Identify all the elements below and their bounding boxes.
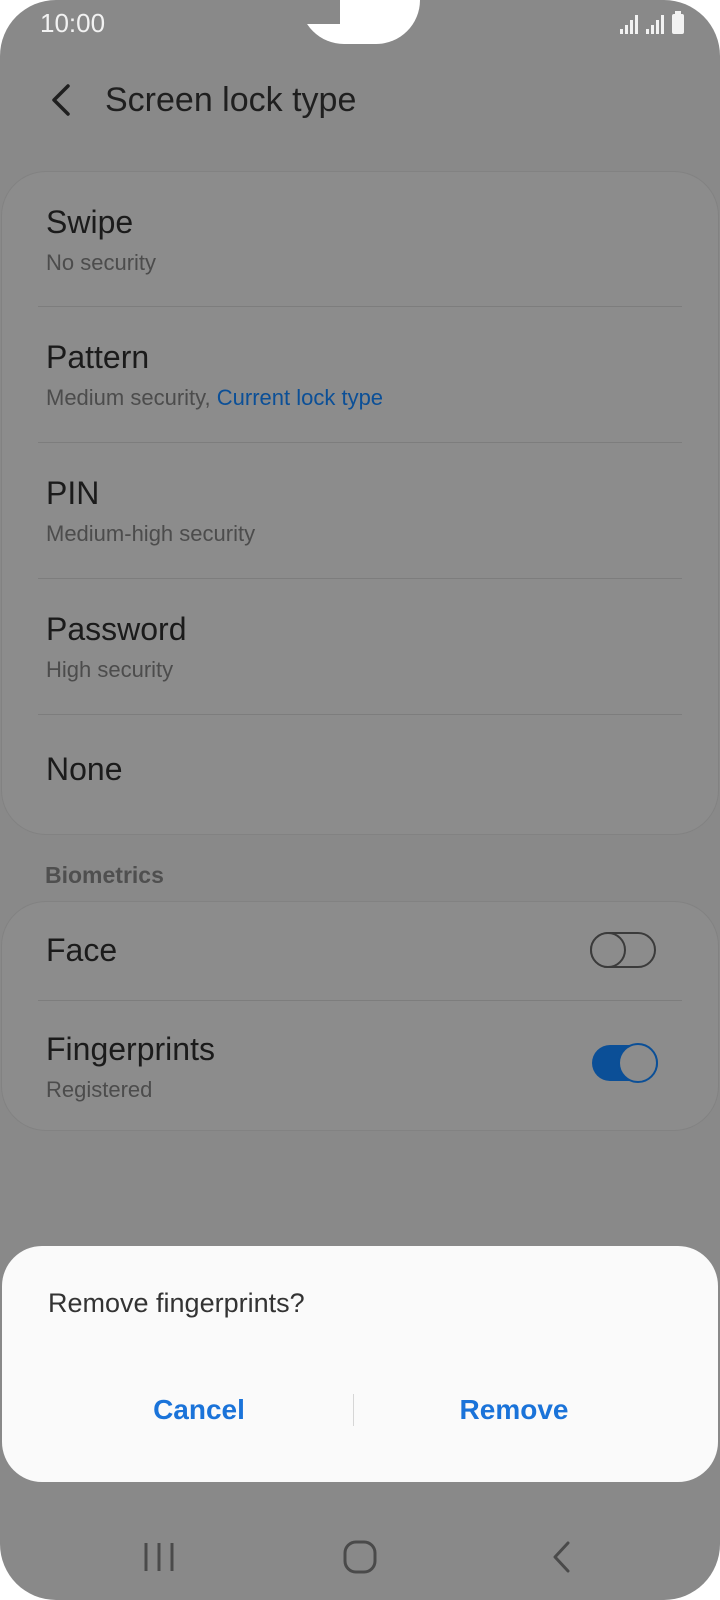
battery-icon	[672, 11, 684, 34]
toggle-knob	[618, 1043, 658, 1083]
biometrics-list: Face Fingerprints Registered	[2, 902, 718, 1130]
lock-type-title: Password	[46, 611, 187, 647]
status-icons	[620, 10, 684, 34]
lock-type-list: Swipe No security Pattern Medium securit…	[2, 172, 718, 834]
dialog-title: Remove fingerprints?	[48, 1288, 305, 1318]
biometric-fingerprints[interactable]: Fingerprints Registered	[2, 1001, 718, 1130]
lock-type-pattern[interactable]: Pattern Medium security, Current lock ty…	[2, 307, 718, 441]
biometric-face[interactable]: Face	[2, 902, 718, 1000]
biometrics-section-label: Biometrics	[45, 862, 164, 888]
lock-type-none[interactable]: None	[2, 715, 718, 834]
recent-apps-icon	[144, 1543, 174, 1571]
lock-type-subtitle: Medium-high security	[46, 521, 256, 546]
toggle-knob	[590, 932, 626, 968]
page-title: Screen lock type	[105, 81, 357, 119]
chevron-left-icon	[52, 84, 70, 116]
signal-icon	[620, 14, 638, 34]
lock-type-password[interactable]: Password High security	[2, 579, 718, 713]
lock-type-swipe[interactable]: Swipe No security	[2, 172, 718, 306]
lock-type-title: Swipe	[46, 204, 134, 240]
status-time: 10:00	[40, 8, 106, 38]
home-button[interactable]	[320, 1522, 400, 1592]
dialog-button-divider	[353, 1394, 354, 1426]
lock-type-title: Pattern	[46, 339, 150, 375]
navigation-bar	[0, 1522, 720, 1600]
phone-screen: 10:00 Screen lock type Swipe No security…	[0, 0, 720, 1600]
status-bar: 10:00	[0, 0, 720, 44]
lock-type-subtitle: Medium security, Current lock type	[46, 385, 384, 410]
biometric-title: Face	[46, 932, 118, 968]
recent-apps-button[interactable]	[119, 1522, 199, 1592]
lock-type-title: PIN	[46, 475, 100, 511]
current-lock-type-label: Current lock type	[216, 385, 384, 410]
remove-fingerprints-dialog: Remove fingerprints? Cancel Remove	[2, 1246, 718, 1482]
biometric-title: Fingerprints	[46, 1031, 215, 1067]
lock-type-title: None	[46, 751, 123, 787]
app-header: Screen lock type	[0, 62, 720, 138]
lock-type-pin[interactable]: PIN Medium-high security	[2, 443, 718, 577]
remove-button[interactable]: Remove	[364, 1382, 664, 1438]
home-icon	[343, 1540, 377, 1574]
biometric-subtitle: Registered	[46, 1077, 153, 1102]
fingerprints-toggle[interactable]	[592, 1043, 658, 1083]
lock-type-subtitle: No security	[46, 250, 157, 275]
face-toggle[interactable]	[590, 932, 656, 968]
back-button[interactable]	[38, 76, 86, 124]
nav-back-button[interactable]	[522, 1522, 602, 1592]
signal-icon	[646, 14, 664, 34]
lock-type-subtitle: High security	[46, 657, 174, 682]
cancel-button[interactable]: Cancel	[49, 1382, 349, 1438]
nav-back-icon	[553, 1541, 570, 1573]
